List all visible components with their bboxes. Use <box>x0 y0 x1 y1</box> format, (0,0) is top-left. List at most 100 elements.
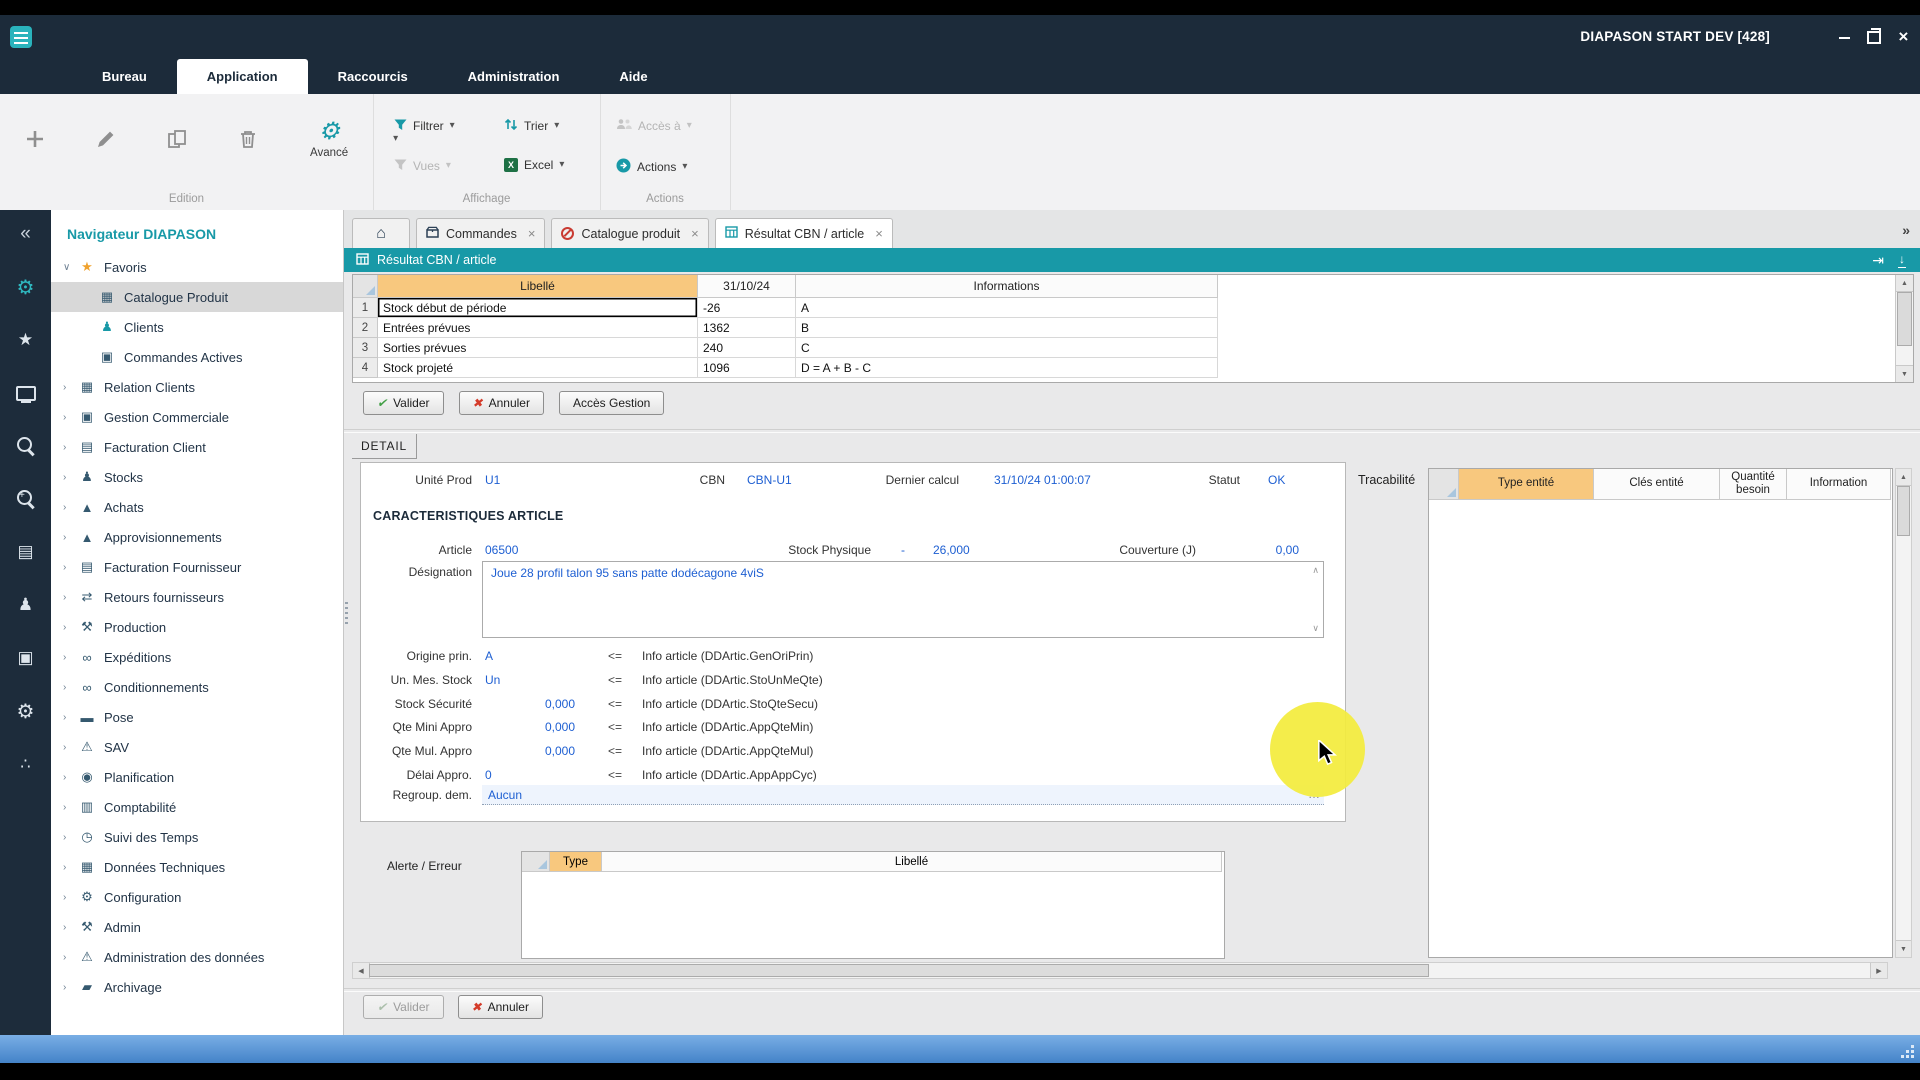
documents-icon[interactable] <box>14 540 38 564</box>
scrollbar-thumb[interactable] <box>1897 486 1910 536</box>
expand-chevron-icon[interactable]: › <box>63 862 78 873</box>
acces-gestion-button[interactable]: Accès Gestion <box>558 391 665 415</box>
regroup-field[interactable]: Aucun <box>482 785 1324 805</box>
add-icon[interactable] <box>22 126 48 152</box>
menu-bureau[interactable]: Bureau <box>72 59 177 94</box>
cell-value[interactable]: -26 <box>698 298 796 318</box>
restore-icon[interactable] <box>1867 28 1882 44</box>
delete-trash-icon[interactable] <box>235 126 261 152</box>
stock-physique-value[interactable]: 26,000 <box>933 543 970 557</box>
minimize-icon[interactable] <box>1839 37 1851 39</box>
nav-item[interactable]: › ♟ Stocks <box>51 462 343 492</box>
field-value[interactable]: 0,000 <box>485 720 575 734</box>
excel-export-button[interactable]: Excel <box>504 158 564 172</box>
expand-chevron-icon[interactable]: › <box>63 712 78 723</box>
cell-info[interactable]: B <box>796 318 1218 338</box>
column-header-libelle[interactable]: Libellé <box>602 852 1222 872</box>
field-value[interactable]: Un <box>485 673 500 687</box>
cbn-value[interactable]: CBN-U1 <box>747 473 792 487</box>
tab-overflow-icon[interactable] <box>1902 222 1910 238</box>
expand-chevron-icon[interactable]: ∨ <box>63 262 78 273</box>
result-row[interactable]: 1 Stock début de période -26 A <box>353 298 1895 318</box>
column-header-quantite-besoin[interactable]: Quantité besoin <box>1720 469 1787 500</box>
nav-item[interactable]: › ▤ Facturation Fournisseur <box>51 552 343 582</box>
close-tab-icon[interactable] <box>875 226 883 241</box>
tab-resultat-cbn-article[interactable]: Résultat CBN / article <box>714 218 893 248</box>
menu-raccourcis[interactable]: Raccourcis <box>308 59 438 94</box>
copy-icon[interactable] <box>164 126 190 152</box>
cell-info[interactable]: C <box>796 338 1218 358</box>
field-value[interactable]: A <box>485 649 493 663</box>
result-row[interactable]: 3 Sorties prévues 240 C <box>353 338 1895 358</box>
menu-aide[interactable]: Aide <box>589 59 677 94</box>
expand-chevron-icon[interactable]: › <box>63 892 78 903</box>
goto-end-icon[interactable] <box>1872 252 1884 269</box>
tab-commandes[interactable]: Commandes <box>416 218 546 248</box>
select-all-corner[interactable] <box>353 275 378 298</box>
cell-info[interactable]: A <box>796 298 1218 318</box>
expand-chevron-icon[interactable]: › <box>63 532 78 543</box>
expand-chevron-icon[interactable]: › <box>63 652 78 663</box>
scroll-down-icon[interactable] <box>1896 365 1913 382</box>
nav-item[interactable]: › ⚠ SAV <box>51 732 343 762</box>
nav-item[interactable]: › ▲ Achats <box>51 492 343 522</box>
dernier-calcul-value[interactable]: 31/10/24 01:00:07 <box>994 473 1091 487</box>
close-icon[interactable] <box>1898 28 1908 45</box>
sitemap-icon[interactable] <box>14 752 38 776</box>
modules-gear-icon[interactable] <box>14 275 38 299</box>
cell-libelle[interactable]: Stock début de période <box>378 298 698 318</box>
collapse-sidebar-icon[interactable] <box>14 222 38 246</box>
nav-item[interactable]: › ▥ Comptabilité <box>51 792 343 822</box>
close-tab-icon[interactable] <box>528 226 536 241</box>
select-all-corner[interactable] <box>1429 469 1459 500</box>
scroll-up-icon[interactable] <box>1896 469 1911 486</box>
expand-chevron-icon[interactable]: › <box>63 412 78 423</box>
user-security-icon[interactable] <box>14 593 38 617</box>
expand-chevron-icon[interactable]: › <box>63 952 78 963</box>
expand-chevron-icon[interactable]: › <box>63 982 78 993</box>
expand-chevron-icon[interactable]: › <box>63 922 78 933</box>
nav-item[interactable]: › ◷ Suivi des Temps <box>51 822 343 852</box>
unite-prod-value[interactable]: U1 <box>485 473 500 487</box>
tab-home[interactable] <box>352 218 410 248</box>
expand-chevron-icon[interactable]: › <box>63 502 78 513</box>
search-plus-icon[interactable] <box>14 487 38 511</box>
field-value[interactable]: 0,000 <box>485 697 575 711</box>
column-header-cles-entite[interactable]: Clés entité <box>1594 469 1720 500</box>
nav-item[interactable]: › ⚒ Admin <box>51 912 343 942</box>
statut-value[interactable]: OK <box>1268 473 1285 487</box>
article-value[interactable]: 06500 <box>485 543 518 557</box>
nav-item[interactable]: › ∞ Expéditions <box>51 642 343 672</box>
nav-item[interactable]: › ▣ Gestion Commerciale <box>51 402 343 432</box>
actions-button[interactable]: Actions <box>616 158 687 176</box>
expand-chevron-icon[interactable]: › <box>63 472 78 483</box>
designation-field[interactable]: Joue 28 profil talon 95 sans patte dodéc… <box>482 561 1324 638</box>
cell-value[interactable]: 1096 <box>698 358 796 378</box>
nav-item[interactable]: › ◉ Planification <box>51 762 343 792</box>
column-header-type-entite[interactable]: Type entité <box>1459 469 1594 500</box>
scrollbar-thumb[interactable] <box>369 964 1429 977</box>
chevron-down-icon[interactable] <box>559 160 564 170</box>
nav-item[interactable]: › ⚙ Configuration <box>51 882 343 912</box>
tab-catalogue-produit[interactable]: Catalogue produit <box>551 218 709 248</box>
expand-chevron-icon[interactable]: › <box>63 832 78 843</box>
nav-item[interactable]: › ⚒ Production <box>51 612 343 642</box>
result-row[interactable]: 4 Stock projeté 1096 D = A + B - C <box>353 358 1895 378</box>
export-down-icon[interactable] <box>1898 252 1906 268</box>
scroll-right-icon[interactable] <box>1870 963 1887 978</box>
cell-info[interactable]: D = A + B - C <box>796 358 1218 378</box>
edit-pencil-icon[interactable] <box>93 126 119 152</box>
nav-item[interactable]: › ▬ Pose <box>51 702 343 732</box>
filter-button[interactable]: Filtrer <box>394 118 455 134</box>
sort-button[interactable]: Trier <box>504 118 559 134</box>
valider-button[interactable]: Valider <box>363 391 444 415</box>
field-value[interactable]: 0 <box>485 768 492 782</box>
scrollbar-thumb[interactable] <box>1897 292 1912 346</box>
cell-libelle[interactable]: Stock projeté <box>378 358 698 378</box>
nav-item[interactable]: › ▰ Archivage <box>51 972 343 1002</box>
nav-item[interactable]: › ∞ Conditionnements <box>51 672 343 702</box>
expand-chevron-icon[interactable]: › <box>63 622 78 633</box>
close-tab-icon[interactable] <box>691 226 699 241</box>
scroll-up-icon[interactable] <box>1896 275 1913 292</box>
chevron-down-icon[interactable] <box>554 121 559 131</box>
